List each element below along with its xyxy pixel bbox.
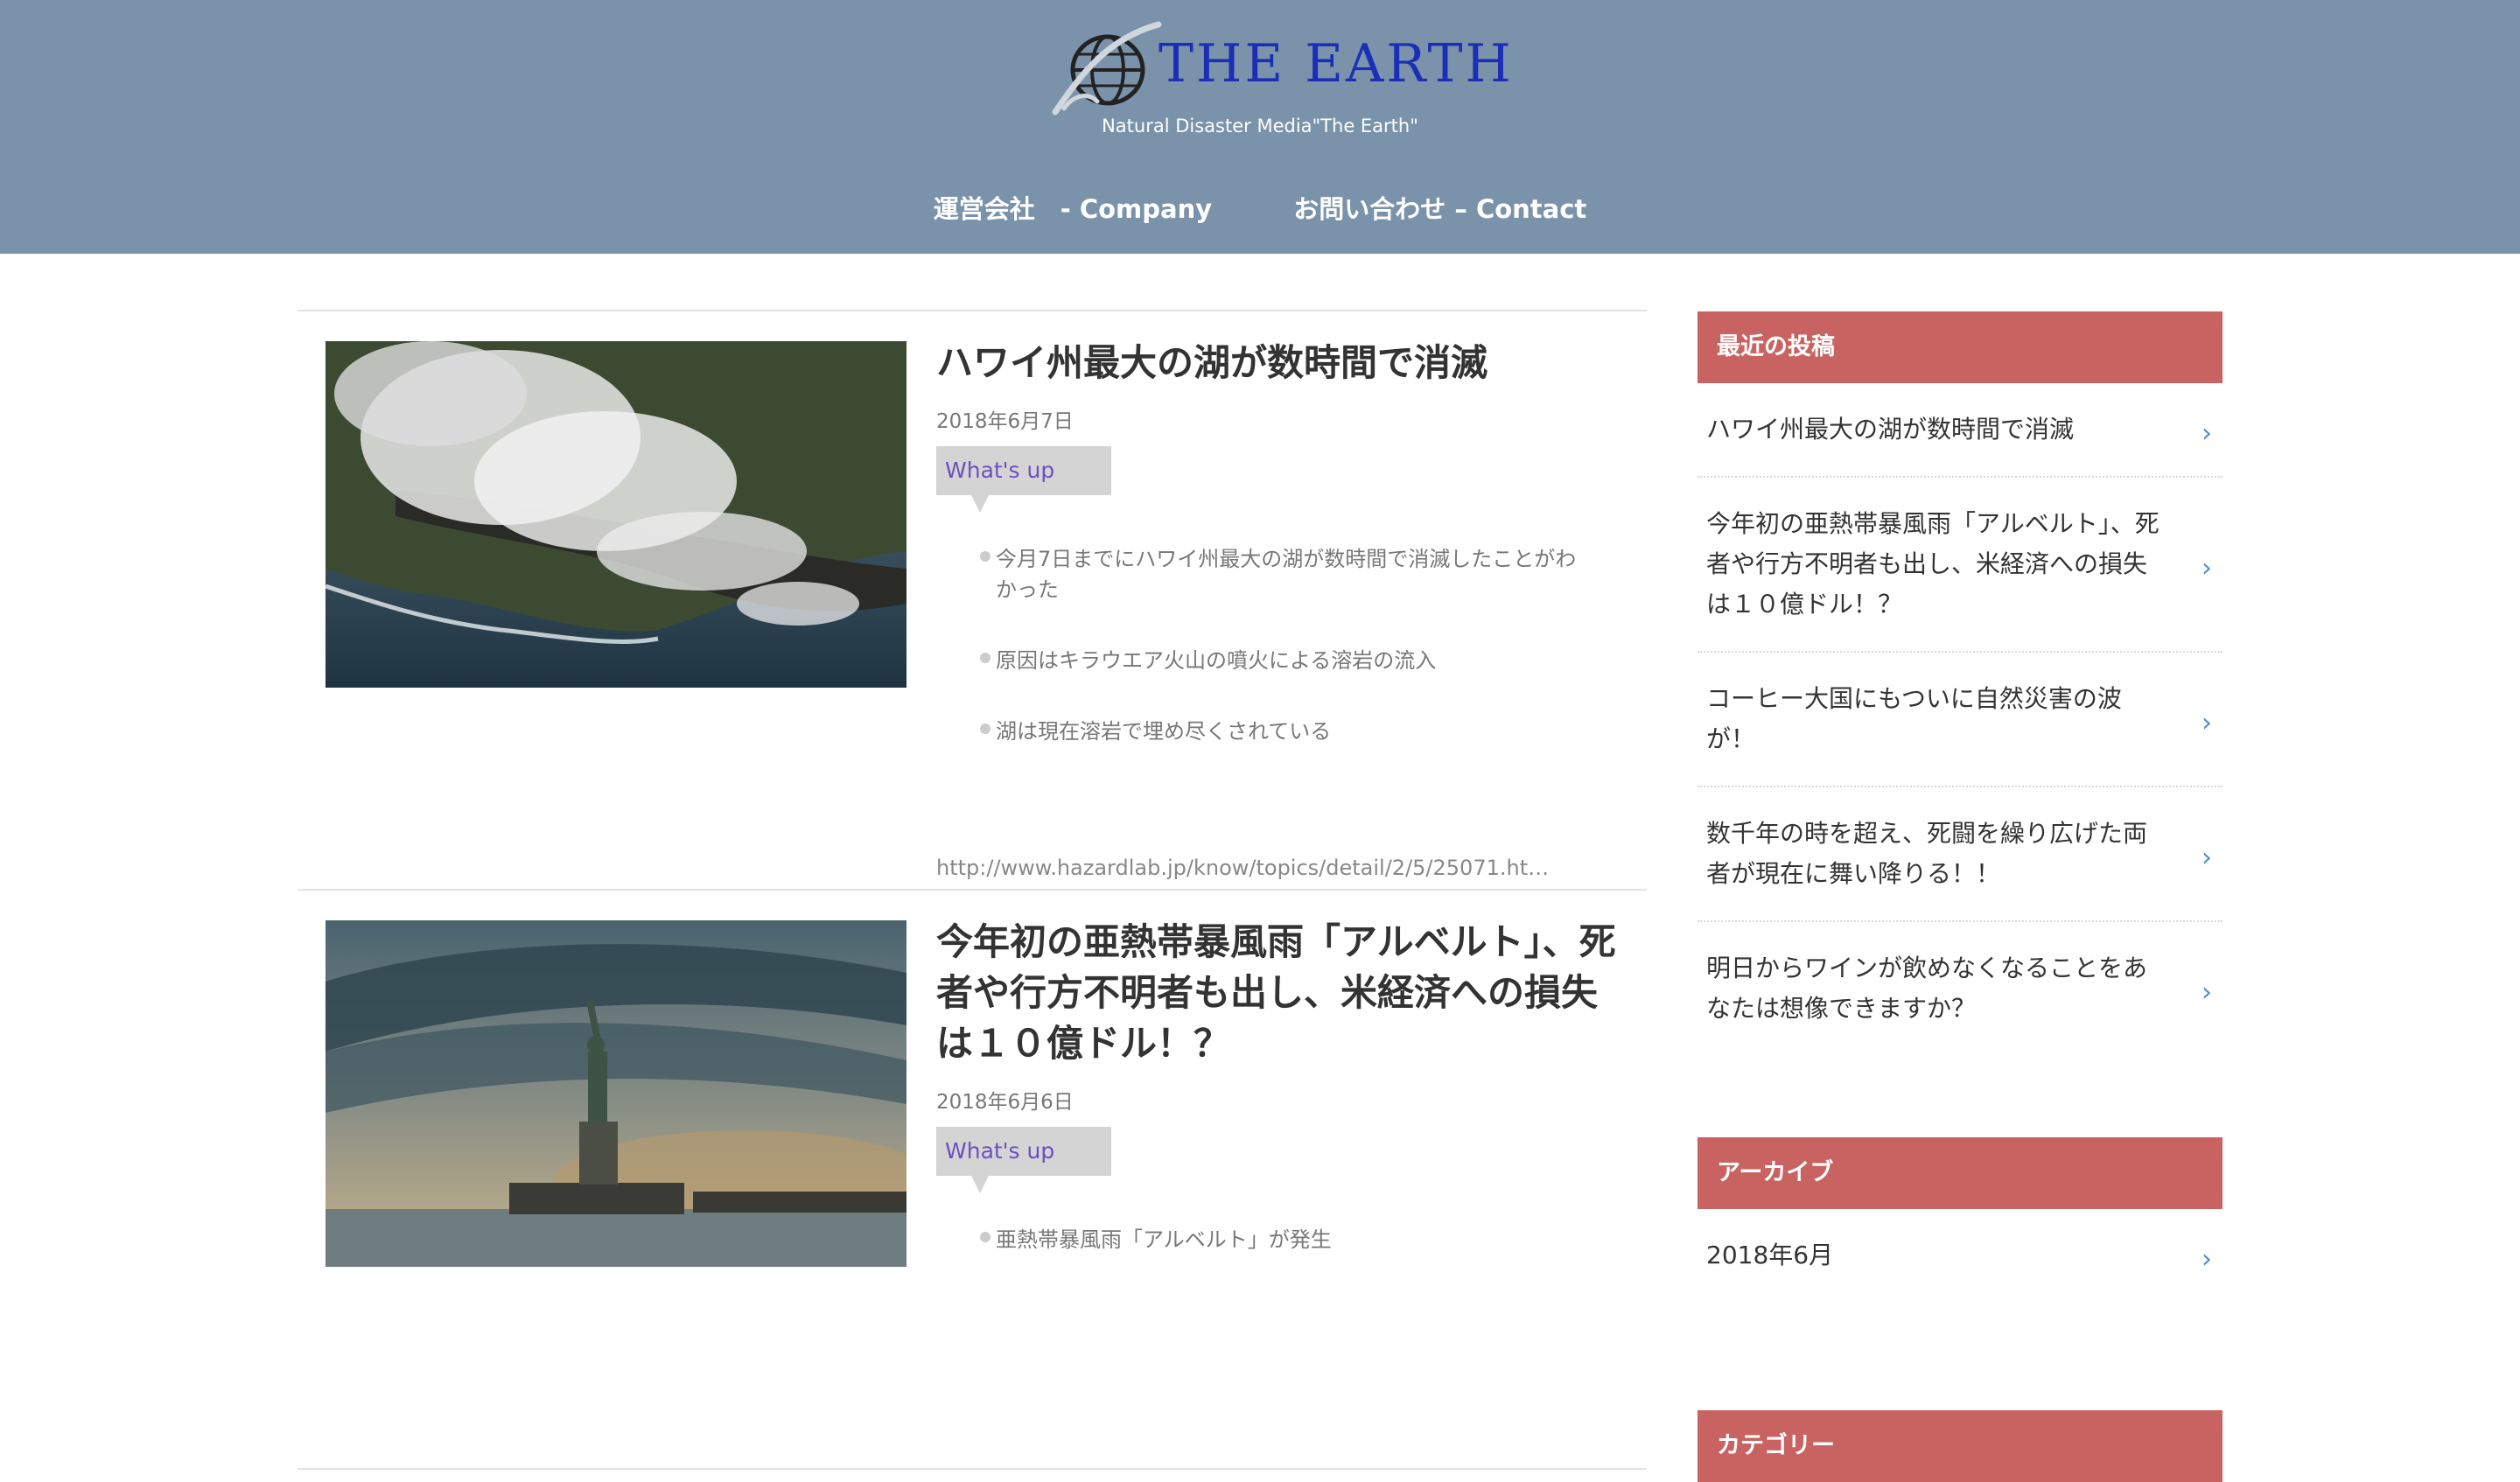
category-widget: カテゴリー: [1698, 1410, 2222, 1482]
archive-widget: アーカイブ 2018年6月 ›: [1698, 1137, 2222, 1302]
summary-item: 原因はキラウエア火山の噴火による溶岩の流入: [980, 646, 1628, 676]
recent-post-link[interactable]: コーヒー大国にもついに自然災害の波が！ ›: [1698, 653, 2222, 787]
post-list: ハワイ州最大の湖が数時間で消滅 2018年6月7日 What's up 今月7日…: [298, 310, 1647, 1470]
widget-title-category: カテゴリー: [1698, 1410, 2222, 1482]
recent-posts-widget: 最近の投稿 ハワイ州最大の湖が数時間で消滅 › 今年初の亜熱帯暴風雨「アルベルト…: [1698, 311, 2222, 1055]
post-card: 今年初の亜熱帯暴風雨「アルベルト」、死者や行方不明者も出し、米経済への損失は１０…: [298, 891, 1647, 1470]
category-label[interactable]: What's up: [936, 446, 1111, 513]
recent-post-label: 今年初の亜熱帯暴風雨「アルベルト」、死者や行方不明者も出し、米経済への損失は１０…: [1706, 509, 2160, 619]
post-body: ハワイ州最大の湖が数時間で消滅 2018年6月7日 What's up 今月7日…: [936, 338, 1628, 880]
volcano-lava-image: [326, 341, 906, 688]
post-title[interactable]: 今年初の亜熱帯暴風雨「アルベルト」、死者や行方不明者も出し、米経済への損失は１０…: [936, 917, 1628, 1069]
post-date: 2018年6月6日: [936, 1091, 1074, 1114]
widget-title-recent: 最近の投稿: [1698, 311, 2222, 383]
category-label[interactable]: What's up: [936, 1127, 1111, 1193]
post-body: 今年初の亜熱帯暴風雨「アルベルト」、死者や行方不明者も出し、米経済への損失は１０…: [936, 917, 1628, 1296]
post-thumbnail[interactable]: [326, 920, 906, 1267]
summary-item: 亜熱帯暴風雨「アルベルト」が発生: [980, 1225, 1628, 1255]
chevron-right-icon: ›: [2202, 418, 2212, 449]
chevron-right-icon: ›: [2202, 1244, 2212, 1275]
globe-logo-icon: [1052, 21, 1162, 115]
summary-item: 今月7日までにハワイ州最大の湖が数時間で消滅したことがわかった: [980, 544, 1628, 605]
archive-link[interactable]: 2018年6月 ›: [1698, 1209, 2222, 1302]
sidebar: 最近の投稿 ハワイ州最大の湖が数時間で消滅 › 今年初の亜熱帯暴風雨「アルベルト…: [1698, 311, 2222, 1482]
recent-posts-list: ハワイ州最大の湖が数時間で消滅 › 今年初の亜熱帯暴風雨「アルベルト」、死者や行…: [1698, 383, 2222, 1055]
recent-post-label: ハワイ州最大の湖が数時間で消滅: [1706, 415, 2075, 444]
post-title[interactable]: ハワイ州最大の湖が数時間で消滅: [936, 338, 1628, 388]
chevron-right-icon: ›: [2202, 708, 2212, 738]
archive-label: 2018年6月: [1706, 1241, 1834, 1269]
recent-post-link[interactable]: 明日からワインが飲めなくなることをあなたは想像できますか？ ›: [1698, 922, 2222, 1055]
recent-post-link[interactable]: ハワイ州最大の湖が数時間で消滅 ›: [1698, 383, 2222, 478]
nav-item-company[interactable]: 運営会社 - Company: [934, 189, 1212, 226]
chevron-right-icon: ›: [2202, 977, 2212, 1008]
site-header: THE EARTH Natural Disaster Media"The Ear…: [0, 0, 2520, 254]
post-summary: 今月7日までにハワイ州最大の湖が数時間で消滅したことがわかった 原因はキラウエア…: [936, 544, 1628, 747]
logo-text: THE EARTH: [1158, 33, 1514, 94]
chevron-right-icon: ›: [2202, 553, 2212, 584]
post-card: ハワイ州最大の湖が数時間で消滅 2018年6月7日 What's up 今月7日…: [298, 311, 1647, 891]
source-link[interactable]: http://www.hazardlab.jp/know/topics/deta…: [936, 856, 1549, 880]
site-tagline: Natural Disaster Media"The Earth": [1102, 115, 1418, 136]
site-logo[interactable]: THE EARTH: [1046, 21, 1511, 119]
recent-post-label: 明日からワインが飲めなくなることをあなたは想像できますか？: [1706, 954, 2148, 1023]
nav-item-contact[interactable]: お問い合わせ – Contact: [1293, 189, 1586, 226]
archive-list: 2018年6月 ›: [1698, 1209, 2222, 1302]
recent-post-link[interactable]: 今年初の亜熱帯暴風雨「アルベルト」、死者や行方不明者も出し、米経済への損失は１０…: [1698, 478, 2222, 653]
recent-post-label: コーヒー大国にもついに自然災害の波が！: [1706, 684, 2122, 753]
post-thumbnail[interactable]: [326, 341, 906, 688]
storm-statue-image: [326, 920, 906, 1267]
summary-item: 湖は現在溶岩で埋め尽くされている: [980, 717, 1628, 747]
post-summary: 亜熱帯暴風雨「アルベルト」が発生: [936, 1225, 1628, 1255]
chevron-right-icon: ›: [2202, 842, 2212, 873]
global-nav: 運営会社 - Company お問い合わせ – Contact: [0, 189, 2520, 224]
widget-title-archive: アーカイブ: [1698, 1137, 2222, 1209]
recent-post-label: 数千年の時を超え、死闘を繰り広げた両者が現在に舞い降りる！！: [1706, 819, 2148, 888]
recent-post-link[interactable]: 数千年の時を超え、死闘を繰り広げた両者が現在に舞い降りる！！ ›: [1698, 787, 2222, 922]
post-date: 2018年6月7日: [936, 410, 1074, 433]
